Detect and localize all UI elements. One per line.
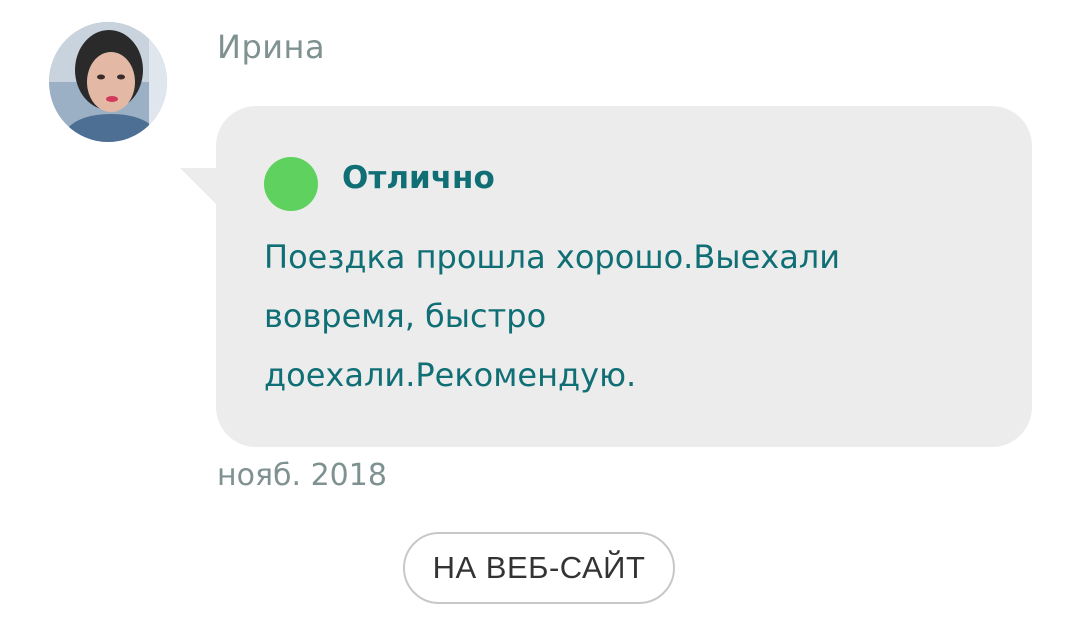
review-card: Ирина Отлично Поездка прошла хорошо.Выех…: [0, 0, 1080, 631]
review-text: Поездка прошла хорошо.Выехали вовремя, б…: [264, 238, 841, 394]
author-avatar: [49, 22, 167, 142]
author-name: Ирина: [217, 28, 326, 66]
website-button[interactable]: НА ВЕБ-САЙТ: [403, 532, 675, 604]
bubble-tail: [180, 168, 220, 208]
review-date: нояб. 2018: [217, 458, 387, 493]
user-photo-icon: [49, 22, 167, 142]
rating-label: Отлично: [342, 160, 495, 196]
rating-indicator-icon: [264, 157, 318, 211]
